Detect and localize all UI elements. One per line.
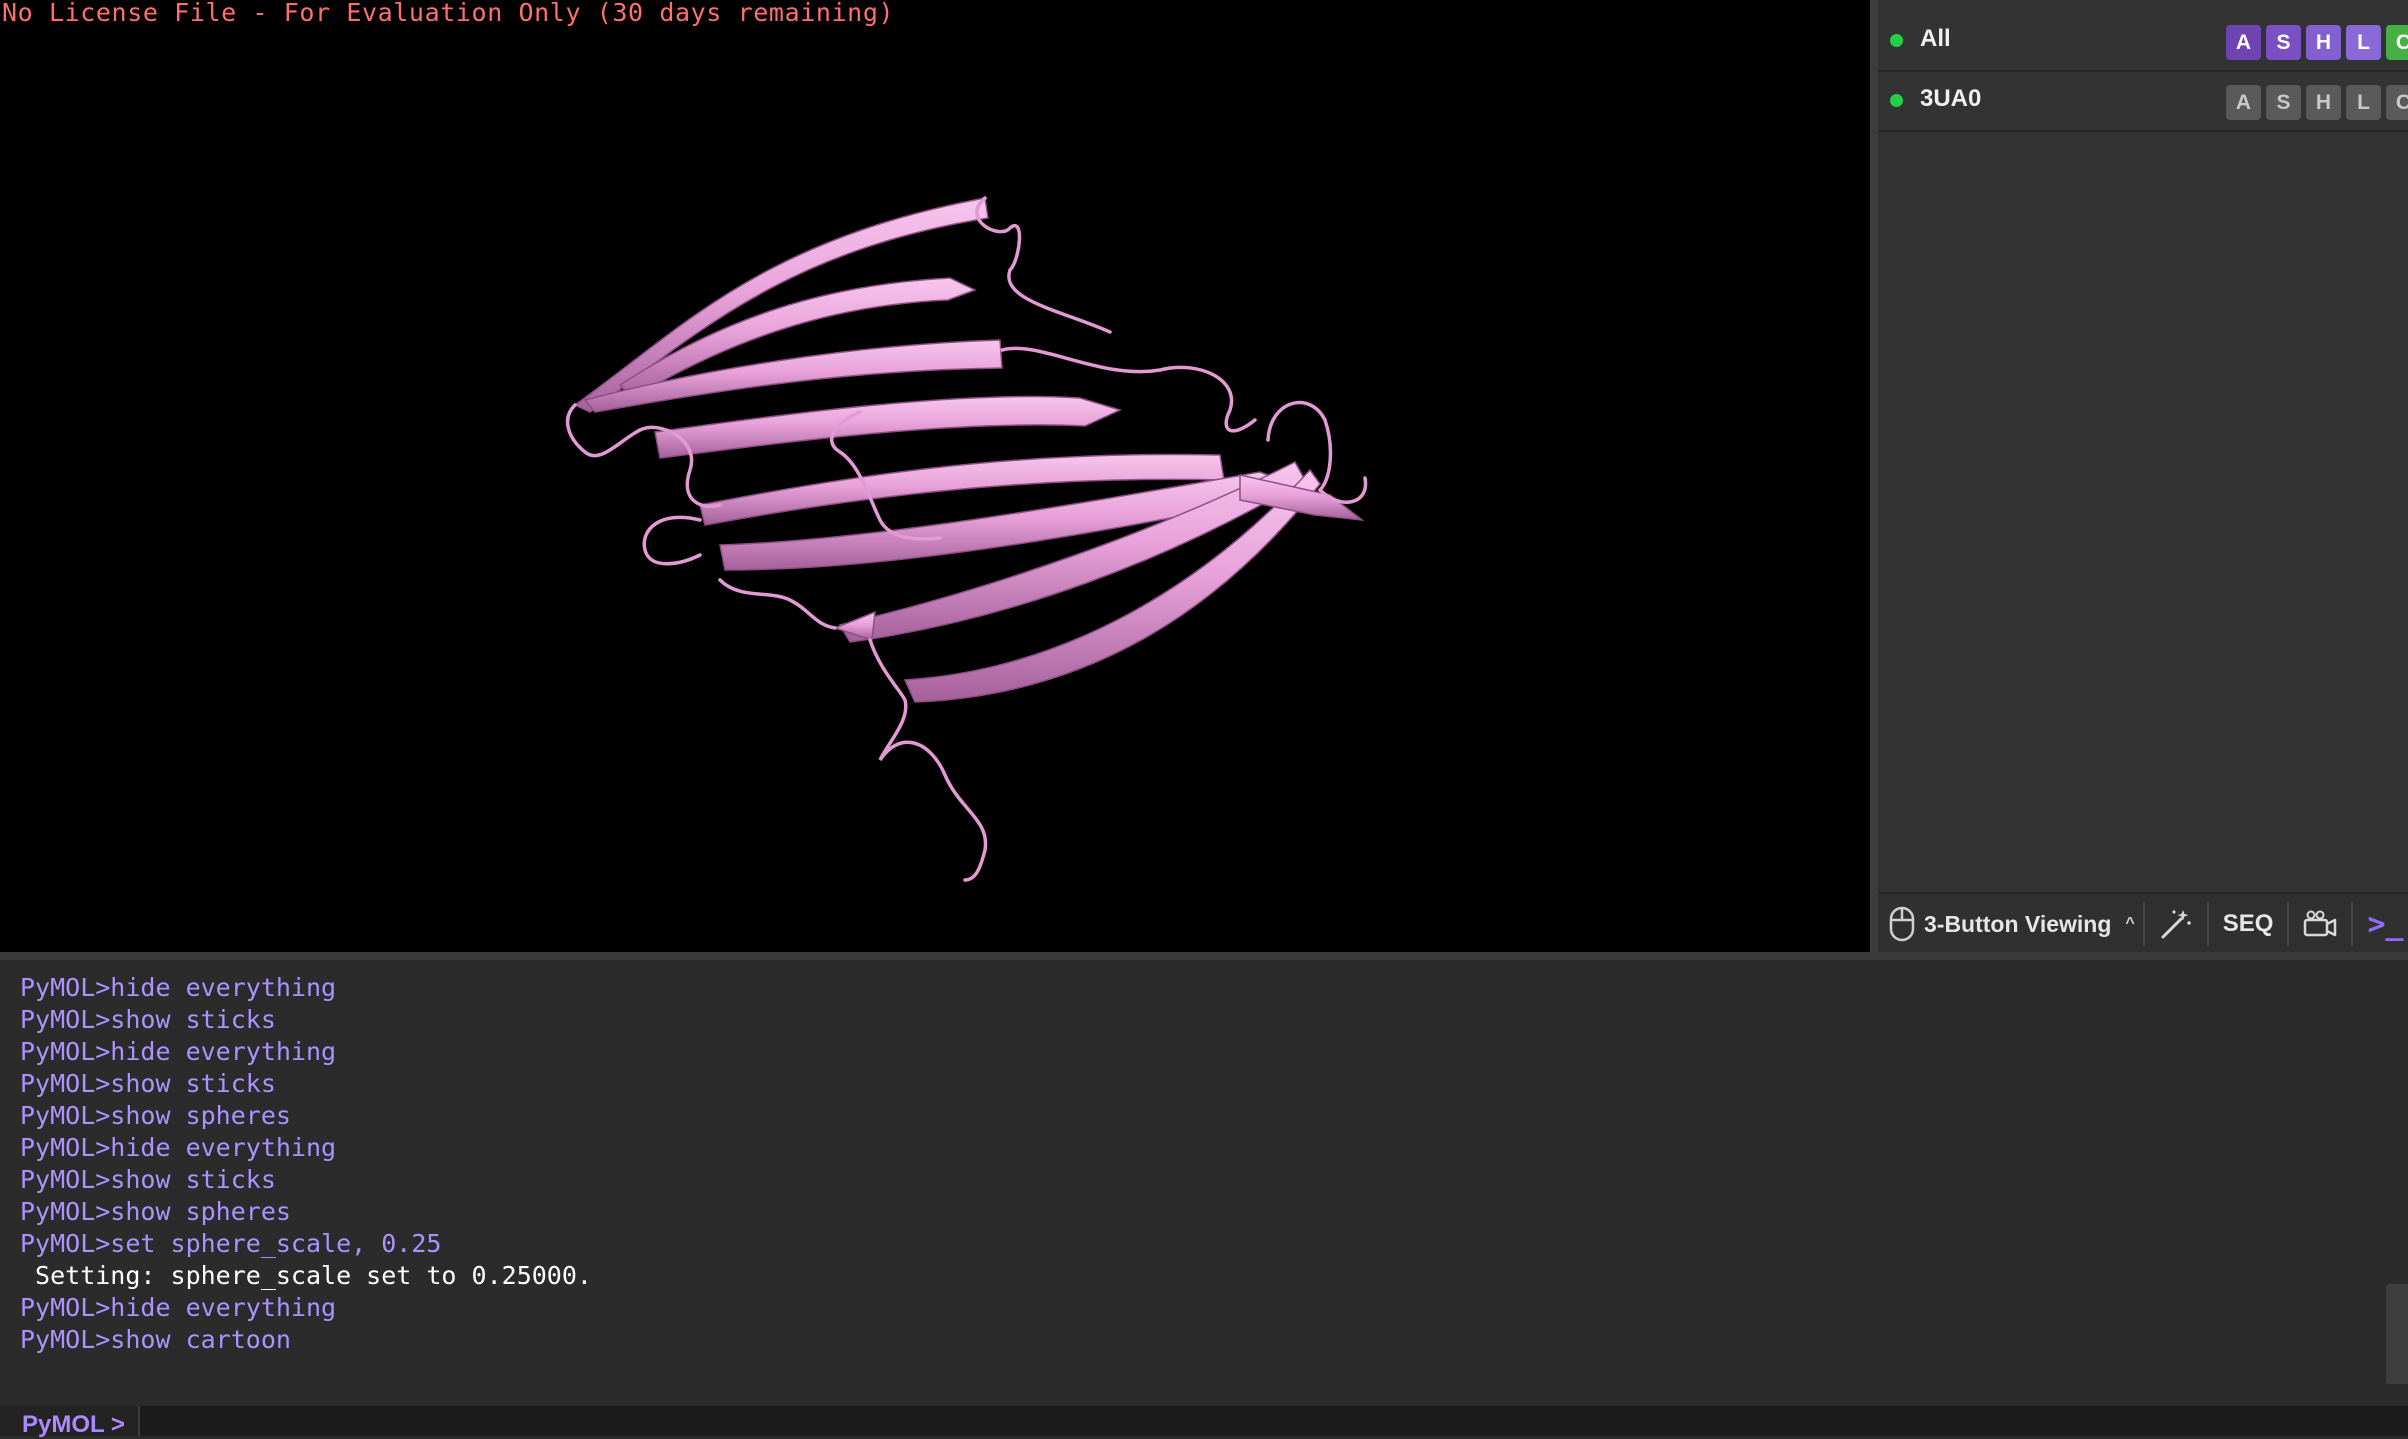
vertical-splitter[interactable]	[1870, 0, 1878, 952]
divider	[2142, 902, 2145, 946]
sequence-button[interactable]: SEQ	[2217, 910, 2280, 938]
panel-bottom-bar: 3-Button Viewing ^ SEQ >_	[1878, 892, 2408, 954]
object-name[interactable]: All	[1920, 25, 1951, 53]
object-name[interactable]: 3UA0	[1920, 85, 1981, 113]
console-line: PyMOL>show sticks	[20, 1165, 276, 1194]
console-line: PyMOL>hide everything	[20, 1293, 337, 1322]
hide-button[interactable]: H	[2306, 25, 2341, 60]
horizontal-splitter[interactable]	[0, 952, 2408, 960]
console-output: PyMOL>hide everything PyMOL>show sticks …	[0, 960, 2408, 1406]
console-line: PyMOL>hide everything	[20, 973, 337, 1002]
movie-button[interactable]	[2297, 910, 2343, 938]
console-line: PyMOL>hide everything	[20, 1037, 337, 1066]
movie-camera-icon	[2304, 910, 2337, 937]
command-input[interactable]	[138, 1406, 2408, 1436]
label-button[interactable]: L	[2346, 85, 2381, 120]
wizard-button[interactable]	[2153, 907, 2199, 941]
action-button[interactable]: A	[2226, 85, 2261, 120]
color-button[interactable]: C	[2386, 85, 2408, 120]
divider	[2287, 902, 2290, 946]
object-panel: All A S H L C 3UA0 A S H L C 3-Button Vi…	[1878, 0, 2408, 954]
mouse-mode-label: 3-Button Viewing	[1924, 910, 2112, 937]
console-line: PyMOL>set sphere_scale, 0.25	[20, 1229, 442, 1258]
divider	[2206, 902, 2209, 946]
enabled-indicator[interactable]	[1890, 94, 1903, 107]
command-prompt-toggle[interactable]: >_	[2361, 907, 2403, 942]
console-line: PyMOL>hide everything	[20, 1133, 337, 1162]
molecule-viewport[interactable]: No License File - For Evaluation Only (3…	[0, 0, 1870, 952]
enabled-indicator[interactable]	[1890, 34, 1903, 47]
console-line: PyMOL>show cartoon	[20, 1325, 291, 1354]
color-button[interactable]: C	[2386, 25, 2408, 60]
hide-button[interactable]: H	[2306, 85, 2341, 120]
console-line: PyMOL>show spheres	[20, 1101, 291, 1130]
console-output-line: Setting: sphere_scale set to 0.25000.	[20, 1261, 592, 1290]
show-button[interactable]: S	[2266, 25, 2301, 60]
console-line: PyMOL>show sticks	[20, 1005, 276, 1034]
mouse-icon	[1889, 906, 1915, 942]
console-line: PyMOL>show sticks	[20, 1069, 276, 1098]
divider	[2351, 902, 2354, 946]
prompt-label: PyMOL >	[22, 1411, 125, 1438]
beta-strands	[573, 197, 1365, 703]
object-row-3ua0[interactable]: 3UA0 A S H L C	[1878, 72, 2408, 132]
show-button[interactable]: S	[2266, 85, 2301, 120]
console-log: PyMOL>hide everything PyMOL>show sticks …	[20, 972, 592, 1356]
label-button[interactable]: L	[2346, 25, 2381, 60]
command-bar: PyMOL >	[0, 1406, 2408, 1438]
mouse-mode-button[interactable]: 3-Button Viewing ^	[1878, 894, 2135, 954]
object-row-all[interactable]: All A S H L C	[1878, 12, 2408, 72]
chevron-up-icon: ^	[2125, 915, 2135, 932]
action-button[interactable]: A	[2226, 25, 2261, 60]
magic-wand-icon	[2161, 910, 2191, 939]
console-scrollbar[interactable]	[2386, 1284, 2408, 1384]
protein-cartoon[interactable]	[0, 0, 1870, 952]
console-line: PyMOL>show spheres	[20, 1197, 291, 1226]
